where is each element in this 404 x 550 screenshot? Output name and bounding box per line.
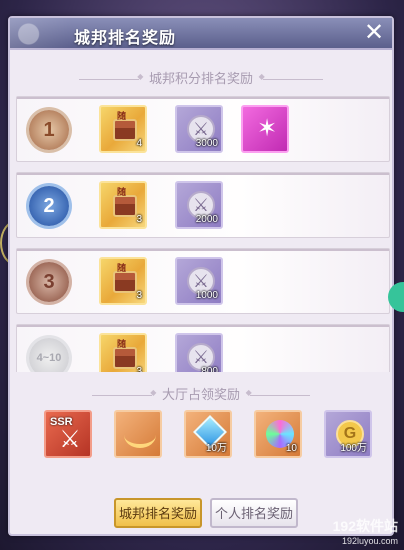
rank-row-1: 1 4 ⚔ 3000 ✶ (16, 96, 390, 162)
background-title (0, 0, 404, 12)
emblem-icon (10, 18, 72, 50)
decor-line-right (259, 72, 323, 81)
watermark-brand: 192软件站 (332, 518, 398, 534)
item-qty: 3 (136, 290, 142, 301)
treasure-chest-icon (113, 109, 137, 141)
decor-line-left (79, 72, 143, 81)
item-qty: 800 (201, 366, 218, 372)
necklace-icon (124, 422, 156, 448)
reward-item-ssr[interactable]: SSR ⚔ (44, 410, 92, 458)
item-qty: 3000 (195, 138, 218, 149)
reward-item-necklace[interactable] (114, 410, 162, 458)
city-rank-section-title: 城邦积分排名奖励 (10, 68, 392, 86)
decor-line-left (92, 388, 156, 397)
city-rank-section-label: 城邦积分排名奖励 (148, 71, 253, 86)
rewards-panel: 城邦排名奖励 ✕ 城邦积分排名奖励 1 4 ⚔ 3000 ✶ (8, 16, 394, 536)
item-qty: 10 (285, 443, 297, 454)
watermark-url: 192luyou.com (341, 536, 398, 546)
reward-item-medal[interactable]: ⚔ 3000 (175, 105, 223, 153)
game-screen: 城邦排名奖励 ✕ 城邦积分排名奖励 1 4 ⚔ 3000 ✶ (0, 0, 404, 550)
treasure-chest-icon (113, 261, 137, 293)
item-qty: 3 (136, 366, 142, 372)
panel-header: 城邦排名奖励 ✕ (10, 18, 392, 50)
rank-badge: 1 (29, 110, 69, 150)
rank-row-3: 3 3 ⚔ 1000 (16, 248, 390, 314)
rank-badge: 3 (29, 262, 69, 302)
item-qty: 3 (136, 214, 142, 225)
rank-badge: 2 (29, 186, 69, 226)
item-qty: 100万 (340, 443, 367, 454)
item-qty: 2000 (195, 214, 218, 225)
item-qty: 10万 (205, 443, 227, 454)
reward-item-medal[interactable]: ⚔ 2000 (175, 181, 223, 229)
reward-item-rune[interactable]: ✶ (241, 105, 289, 153)
reward-item-gem[interactable]: 10 (254, 410, 302, 458)
hall-reward-list: SSR ⚔ 10万 10 G 100万 (10, 410, 392, 466)
rank-row-4: 4~10 3 ⚔ 800 (16, 324, 390, 372)
rank-reward-list[interactable]: 1 4 ⚔ 3000 ✶ 2 3 (16, 92, 390, 372)
item-qty: 4 (136, 138, 142, 149)
reward-item-diamond[interactable]: 10万 (184, 410, 232, 458)
rank-badge: 4~10 (29, 338, 69, 372)
rank-row-2: 2 3 ⚔ 2000 (16, 172, 390, 238)
reward-item-chest[interactable]: 3 (99, 181, 147, 229)
reward-item-chest[interactable]: 3 (99, 333, 147, 372)
reward-item-medal[interactable]: ⚔ 1000 (175, 257, 223, 305)
tab-personal-rank[interactable]: 个人排名奖励 (210, 498, 298, 528)
tab-city-rank[interactable]: 城邦排名奖励 (114, 498, 202, 528)
item-qty: 1000 (195, 290, 218, 301)
decor-line-right (246, 388, 310, 397)
close-icon[interactable]: ✕ (362, 21, 386, 46)
magenta-rune-icon: ✶ (256, 115, 278, 142)
reward-item-chest[interactable]: 3 (99, 257, 147, 305)
treasure-chest-icon (113, 337, 137, 369)
hall-section-label: 大厅占领奖励 (161, 387, 240, 402)
reward-item-medal[interactable]: ⚔ 800 (175, 333, 223, 372)
reward-item-coin[interactable]: G 100万 (324, 410, 372, 458)
panel-title: 城邦排名奖励 (74, 30, 177, 47)
hall-section-title: 大厅占领奖励 (10, 384, 392, 402)
ssr-weapon-card-icon: ⚔ (59, 426, 81, 453)
treasure-chest-icon (113, 185, 137, 217)
watermark: 192软件站 192luyou.com (333, 516, 398, 546)
reward-item-chest[interactable]: 4 (99, 105, 147, 153)
